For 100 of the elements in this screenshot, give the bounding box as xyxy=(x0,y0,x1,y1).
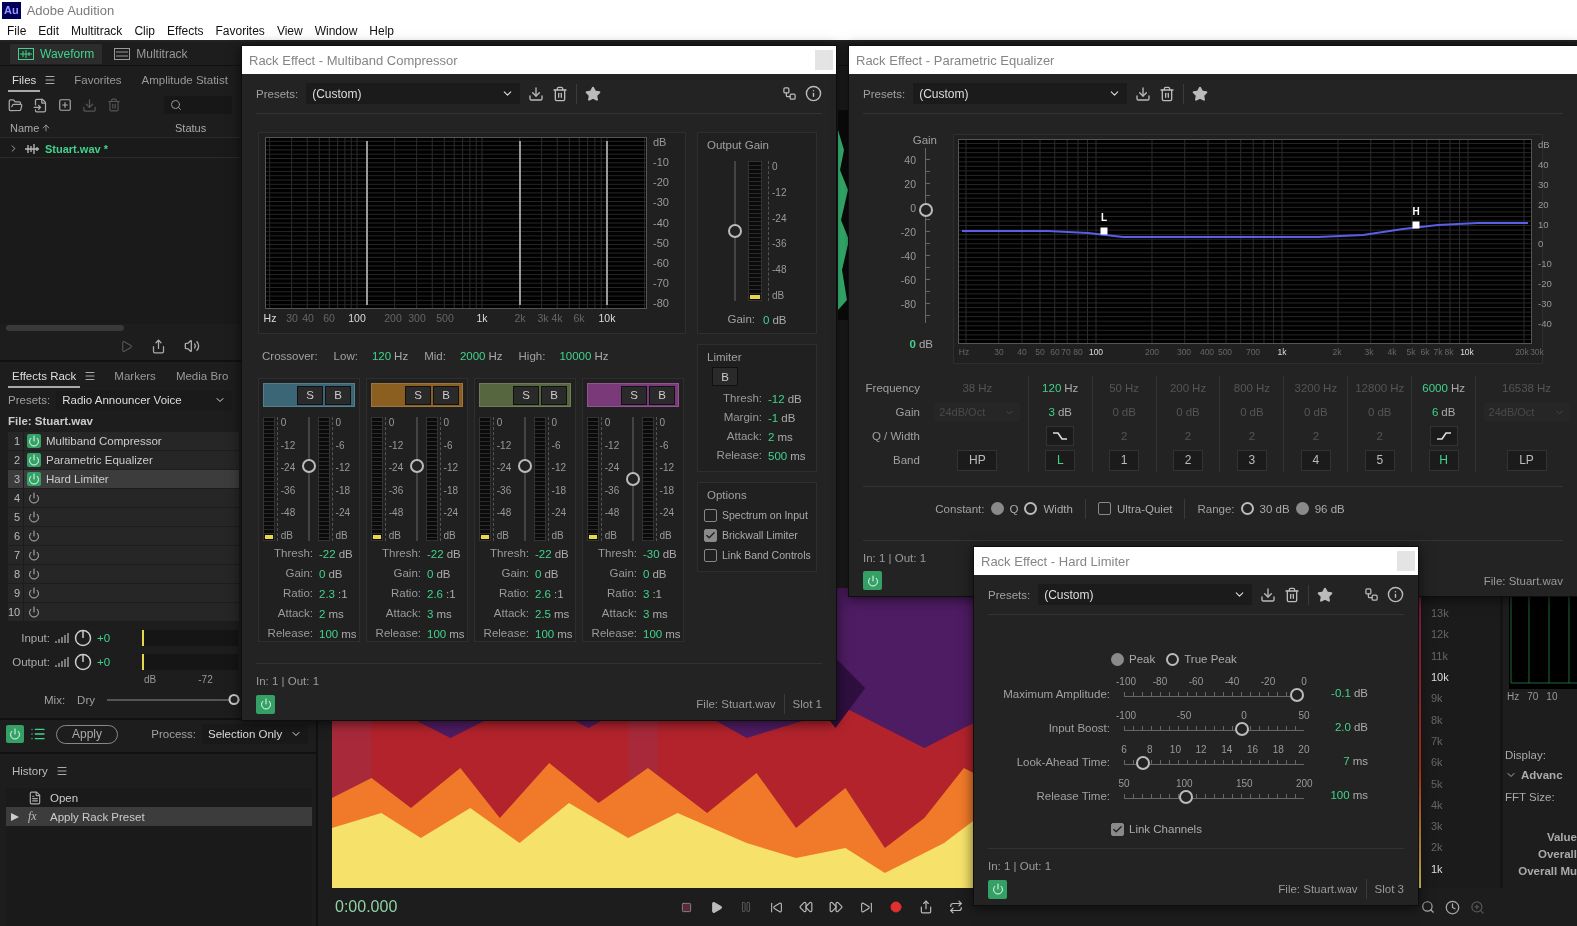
param-value[interactable]: 2.6 xyxy=(535,588,551,600)
gain-value[interactable]: 0 xyxy=(763,314,770,326)
menu-item[interactable]: Favorites xyxy=(209,23,271,38)
param-value[interactable]: -22 xyxy=(535,548,552,560)
param-value[interactable]: 0 xyxy=(643,568,650,580)
section-label[interactable]: Advanc xyxy=(1521,769,1563,781)
param-value[interactable]: 100 xyxy=(319,628,339,640)
param-value[interactable]: -1 xyxy=(768,412,779,424)
menu-item[interactable]: Clip xyxy=(128,23,162,38)
band-button[interactable]: H xyxy=(1428,449,1459,471)
effect-slot[interactable]: 6 xyxy=(8,527,239,545)
crossover-value[interactable]: 120 xyxy=(371,350,392,362)
band-button[interactable]: 5 xyxy=(1364,449,1395,471)
band-button[interactable]: HP xyxy=(957,449,998,471)
solo-button[interactable]: S xyxy=(297,385,323,405)
panel-tab[interactable]: Effects Rack xyxy=(8,368,81,388)
effect-slot[interactable]: 10 xyxy=(8,603,239,621)
band-button[interactable]: 4 xyxy=(1300,449,1331,471)
column-header[interactable]: Name xyxy=(10,121,40,134)
param-value[interactable]: 2.6 xyxy=(427,588,443,600)
gain-value[interactable]: 3 xyxy=(1048,406,1055,418)
frequency-value[interactable]: 6000 xyxy=(1422,382,1448,394)
effect-slot[interactable]: 1 Multiband Compressor xyxy=(8,432,239,450)
solo-button[interactable]: S xyxy=(513,385,539,405)
effect-slot[interactable]: 4 xyxy=(8,489,239,507)
panel-tab[interactable]: Media Bro xyxy=(171,368,233,388)
slider-value[interactable]: 100 xyxy=(1330,789,1350,801)
param-value[interactable]: -30 xyxy=(643,548,660,560)
solo-button[interactable]: S xyxy=(405,385,431,405)
history-item[interactable]: fx Apply Rack Preset xyxy=(6,807,312,826)
band-button[interactable]: 1 xyxy=(1109,449,1140,471)
param-value[interactable]: 2.5 xyxy=(535,608,551,620)
panel-tab[interactable]: Markers xyxy=(110,368,160,388)
menu-item[interactable]: File xyxy=(1,23,33,38)
param-value[interactable]: 0 xyxy=(535,568,542,580)
gain-value[interactable]: 6 xyxy=(1431,406,1439,418)
effect-slot[interactable]: 7 xyxy=(8,546,239,564)
param-value[interactable]: 100 xyxy=(643,628,663,640)
io-value[interactable]: +0 xyxy=(97,632,131,644)
param-value[interactable]: 2.3 xyxy=(319,588,335,600)
effect-slot[interactable]: 5 xyxy=(8,508,239,526)
unit-label: Hz xyxy=(594,350,609,362)
param-value[interactable]: 0 xyxy=(319,568,326,580)
slider-value[interactable]: 7 xyxy=(1343,755,1350,767)
effect-slot[interactable]: 2 Parametric Equalizer xyxy=(8,451,239,469)
workspace-tab[interactable]: Waveform xyxy=(10,43,103,64)
effect-slot[interactable]: 9 xyxy=(8,584,239,602)
slider-value[interactable]: -0.1 xyxy=(1331,687,1351,699)
band-button[interactable]: L xyxy=(1045,449,1076,471)
frequency-label: 100 xyxy=(1088,347,1104,357)
column-header[interactable]: Status xyxy=(175,121,207,134)
gain-value[interactable]: 0 xyxy=(909,338,916,350)
param-value[interactable]: 0 xyxy=(427,568,434,580)
panel-tab[interactable]: History xyxy=(12,765,48,777)
crossover-value[interactable]: 2000 xyxy=(459,350,486,362)
presets-dropdown[interactable]: (Custom) xyxy=(913,83,1128,104)
menu-item[interactable]: Effects xyxy=(161,23,210,38)
bypass-button[interactable]: B xyxy=(649,385,675,405)
param-value[interactable]: 2 xyxy=(319,608,326,620)
presets-dropdown[interactable]: (Custom) xyxy=(1038,584,1253,605)
bypass-button[interactable]: B xyxy=(325,385,351,405)
menu-item[interactable]: Multitrack xyxy=(65,23,129,38)
param-value[interactable]: 3 xyxy=(427,608,434,620)
slider-value[interactable]: 2.0 xyxy=(1334,721,1351,733)
param-value[interactable]: 100 xyxy=(535,628,555,640)
solo-button[interactable]: S xyxy=(621,385,647,405)
frequency-value[interactable]: 120 xyxy=(1042,382,1062,394)
file-name[interactable]: Stuart.wav * xyxy=(45,142,108,155)
menu-item[interactable]: Help xyxy=(363,23,401,38)
bypass-button[interactable]: B xyxy=(433,385,459,405)
io-value[interactable]: +0 xyxy=(97,656,131,668)
param-value[interactable]: 3 xyxy=(643,588,650,600)
band-button[interactable]: LP xyxy=(1506,449,1547,471)
presets-dropdown[interactable]: (Custom) xyxy=(306,83,521,104)
param-value[interactable]: 100 xyxy=(427,628,447,640)
menu-item[interactable]: Window xyxy=(308,23,364,38)
param-value[interactable]: -12 xyxy=(768,393,785,405)
process-dropdown[interactable]: Selection Only xyxy=(202,724,308,744)
param-value[interactable]: 3 xyxy=(643,608,650,620)
param-value[interactable]: 500 xyxy=(768,450,788,462)
param-value[interactable]: 2 xyxy=(768,431,775,443)
file-label: File: Stuart.wav xyxy=(1483,574,1563,587)
crossover-value[interactable]: 10000 xyxy=(559,350,592,362)
effect-slot[interactable]: 3 Hard Limiter xyxy=(8,470,239,488)
history-item[interactable]: Open xyxy=(6,788,312,807)
param-value[interactable]: -22 xyxy=(427,548,444,560)
workspace-tab[interactable]: Multitrack xyxy=(106,43,196,64)
band-button[interactable]: 2 xyxy=(1173,449,1204,471)
panel-tab[interactable]: Amplitude Statist xyxy=(137,72,232,92)
menu-item[interactable]: Edit xyxy=(32,23,66,38)
panel-tab[interactable]: Favorites xyxy=(70,72,126,92)
param-value[interactable]: -22 xyxy=(319,548,336,560)
menu-item[interactable]: View xyxy=(270,23,309,38)
effect-slot[interactable]: 8 xyxy=(8,565,239,583)
bypass-button[interactable]: B xyxy=(541,385,567,405)
unit-label: :1 xyxy=(338,588,348,600)
unit-label: dB xyxy=(772,314,787,326)
band-button[interactable]: 3 xyxy=(1236,449,1267,471)
bypass-button[interactable]: B xyxy=(712,367,738,386)
panel-tab[interactable]: Files xyxy=(8,72,41,92)
